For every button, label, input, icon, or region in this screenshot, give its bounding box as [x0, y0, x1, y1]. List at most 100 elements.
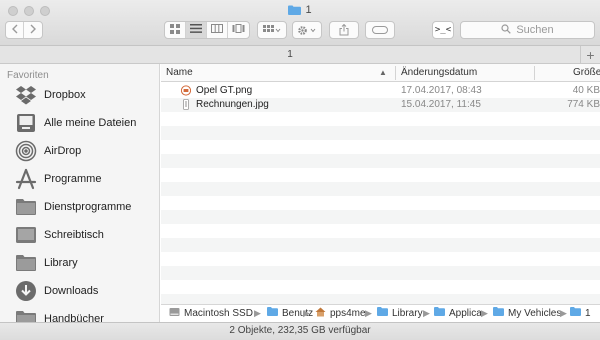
back-button[interactable]	[6, 22, 24, 38]
tab-current[interactable]: 1	[0, 49, 580, 60]
search-field[interactable]: Suchen	[460, 21, 595, 39]
sidebar-item-utilities[interactable]: Dienstprogramme	[14, 194, 159, 220]
forward-button[interactable]	[24, 22, 42, 38]
png-file-icon	[180, 85, 192, 99]
path-item-my-vehicles[interactable]: My Vehicles	[493, 307, 561, 319]
search-placeholder: Suchen	[516, 24, 554, 36]
gear-icon	[297, 25, 317, 36]
column-header-size[interactable]: Größe	[573, 67, 600, 78]
group-button[interactable]	[257, 21, 287, 39]
sidebar-item-label: AirDrop	[44, 145, 82, 157]
home-icon	[315, 307, 326, 320]
empty-row	[161, 182, 600, 196]
dropbox-icon	[14, 83, 38, 107]
sidebar-item-desktop[interactable]: Schreibtisch	[14, 222, 159, 248]
empty-row	[161, 238, 600, 252]
empty-row	[161, 224, 600, 238]
sidebar-item-label: Alle meine Dateien	[44, 117, 137, 129]
path-separator-icon: ▶	[560, 308, 567, 318]
tag-button[interactable]	[365, 21, 395, 39]
sidebar: Favoriten Dropbox Alle meine Dateien Air…	[0, 64, 160, 322]
share-icon	[339, 24, 349, 36]
column-view-icon	[211, 24, 223, 36]
path-item-home[interactable]: pps4me	[315, 307, 366, 320]
sidebar-item-applications[interactable]: Programme	[14, 166, 159, 192]
sidebar-item-label: Dienstprogramme	[44, 201, 132, 213]
path-item-label: 1	[585, 307, 591, 319]
sidebar-item-manuals[interactable]: Handbücher	[14, 306, 159, 322]
path-item-application-support[interactable]: Applica	[434, 307, 482, 319]
path-separator-icon: ▶	[254, 308, 261, 318]
sidebar-item-label: Programme	[44, 173, 102, 185]
action-button[interactable]	[292, 21, 322, 39]
sidebar-item-all-files[interactable]: Alle meine Dateien	[14, 110, 159, 136]
history-buttons	[5, 21, 43, 39]
folder-icon	[14, 195, 38, 219]
airdrop-icon	[14, 139, 38, 163]
path-item-library[interactable]: Library	[377, 307, 423, 319]
grid-icon	[263, 25, 281, 35]
window-title-text: 1	[305, 4, 312, 16]
chevron-right-icon	[29, 24, 37, 37]
column-divider[interactable]	[534, 66, 535, 80]
empty-row	[161, 196, 600, 210]
file-name: Rechnungen.jpg	[196, 99, 269, 110]
list-view-icon	[190, 24, 202, 36]
disk-icon	[169, 307, 180, 320]
folder-icon	[14, 251, 38, 275]
icon-view-button[interactable]	[165, 22, 186, 38]
path-item-label: Library	[392, 307, 423, 319]
share-button[interactable]	[329, 21, 359, 39]
empty-row	[161, 168, 600, 182]
window-title: 1	[0, 3, 600, 19]
file-name: Opel GT.png	[196, 85, 253, 96]
all-files-icon	[14, 111, 38, 135]
column-divider[interactable]	[395, 66, 396, 80]
path-separator-icon: ▶	[365, 308, 372, 318]
sidebar-item-library[interactable]: Library	[14, 250, 159, 276]
path-separator-icon: ▶	[423, 308, 430, 318]
title-bar: 1 >_< Suchen	[0, 0, 600, 46]
path-bar: Macintosh SSD ▶ Benutz ▶ pps4me ▶ Librar…	[161, 304, 600, 322]
cover-flow-view-button[interactable]	[228, 22, 249, 38]
desktop-icon	[14, 223, 38, 247]
file-row[interactable]: Rechnungen.jpg 15.04.2017, 11:45 774 KB	[161, 98, 600, 112]
file-row[interactable]: Opel GT.png 17.04.2017, 08:43 40 KB	[161, 84, 600, 98]
sidebar-item-label: Schreibtisch	[44, 229, 104, 241]
status-text: 2 Objekte, 232,35 GB verfügbar	[229, 325, 371, 336]
path-item-label: pps4me	[330, 308, 366, 319]
column-header-row: Name ▲ Änderungsdatum Größe	[161, 64, 600, 82]
folder-icon	[288, 5, 302, 19]
terminal-label: >_<	[434, 25, 452, 35]
empty-row	[161, 154, 600, 168]
path-separator-icon: ▶	[303, 308, 310, 318]
column-view-button[interactable]	[207, 22, 228, 38]
downloads-icon	[14, 279, 38, 303]
tag-icon	[372, 26, 388, 34]
path-item-disk[interactable]: Macintosh SSD	[169, 307, 253, 320]
empty-row	[161, 294, 600, 304]
status-bar: 2 Objekte, 232,35 GB verfügbar	[0, 322, 600, 340]
tab-bar: 1 +	[0, 46, 600, 64]
chevron-left-icon	[11, 24, 19, 37]
view-mode-control	[164, 21, 250, 39]
sidebar-item-label: Library	[44, 257, 78, 269]
sidebar-item-dropbox[interactable]: Dropbox	[14, 82, 159, 108]
path-item-current-folder[interactable]: 1	[570, 307, 591, 319]
file-size: 774 KB	[567, 99, 600, 110]
sidebar-item-label: Dropbox	[44, 89, 86, 101]
applications-icon	[14, 167, 38, 191]
list-view-button[interactable]	[186, 22, 207, 38]
file-size: 40 KB	[572, 85, 600, 96]
sidebar-item-downloads[interactable]: Downloads	[14, 278, 159, 304]
column-header-name[interactable]: Name	[166, 67, 193, 78]
new-tab-button[interactable]: +	[580, 46, 600, 63]
folder-icon	[267, 307, 278, 319]
path-item-label: Macintosh SSD	[184, 308, 253, 319]
folder-icon	[14, 307, 38, 322]
column-header-date[interactable]: Änderungsdatum	[401, 67, 477, 78]
icon-view-icon	[170, 23, 180, 37]
terminal-button[interactable]: >_<	[432, 21, 454, 39]
jpg-file-icon	[181, 99, 191, 113]
sidebar-item-airdrop[interactable]: AirDrop	[14, 138, 159, 164]
